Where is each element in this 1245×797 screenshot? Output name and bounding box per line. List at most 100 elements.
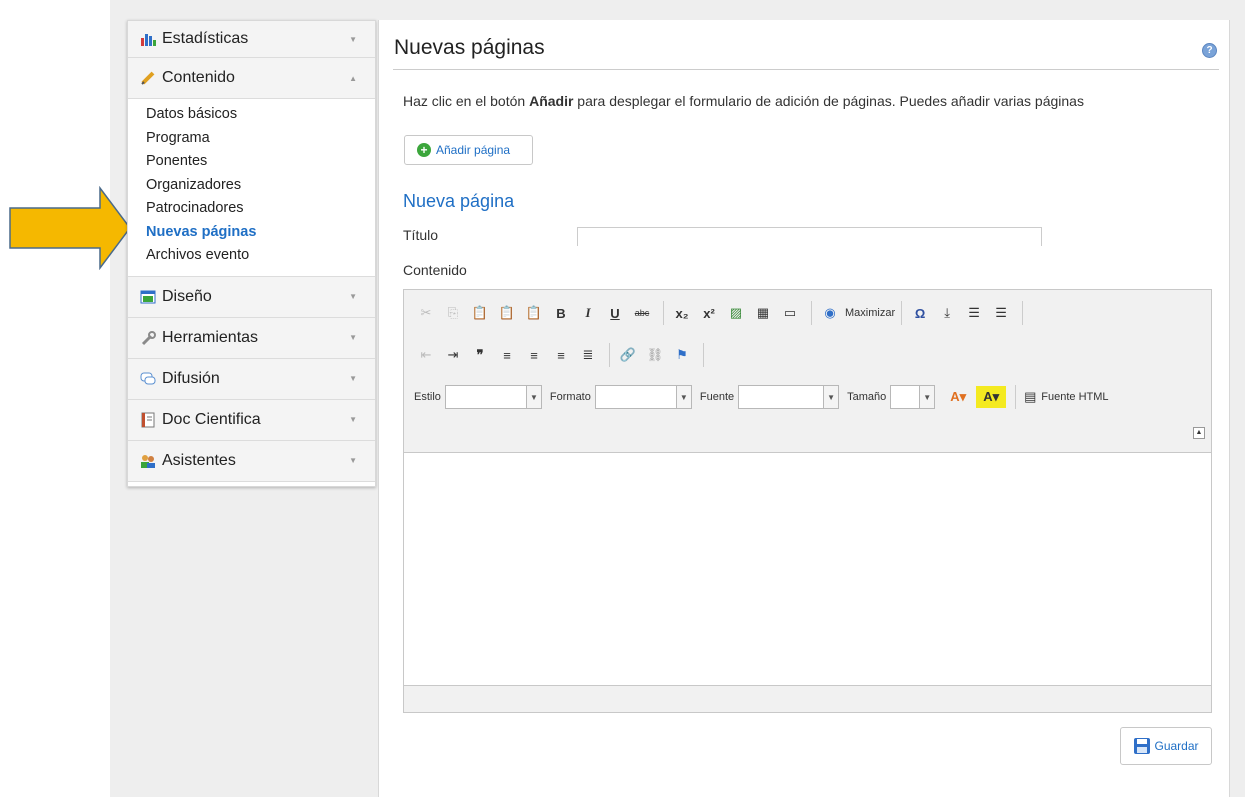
plus-icon: + xyxy=(417,143,431,157)
image-icon[interactable]: ▨ xyxy=(724,302,748,324)
sidebar-section-asistentes[interactable]: Asistentes ▼ xyxy=(128,440,375,482)
editor-toolbar: ✂ ⎘ 📋 📋 📋 B I U abc x₂ x² ▨ ▦ ▭ ◉ Maximi… xyxy=(404,290,1211,453)
chat-icon xyxy=(140,371,156,387)
contenido-submenu: Datos básicos Programa Ponentes Organiza… xyxy=(128,99,375,277)
superscript-icon[interactable]: x² xyxy=(697,302,721,324)
page-break-icon[interactable]: ⤓ xyxy=(935,302,959,324)
toolbar-separator xyxy=(901,301,903,325)
add-page-label: Añadir página xyxy=(436,143,511,157)
subscript-icon[interactable]: x₂ xyxy=(670,302,694,324)
numbered-list-icon[interactable]: ☰ xyxy=(962,302,986,324)
save-button-label: Guardar xyxy=(1154,739,1199,753)
sidebar-label: Asistentes xyxy=(162,451,236,469)
maximize-button[interactable]: Maximizar xyxy=(845,307,895,319)
size-select[interactable]: ▼ xyxy=(890,385,936,409)
underline-icon[interactable]: U xyxy=(603,302,627,324)
sidebar-item-datos-basicos[interactable]: Datos básicos xyxy=(146,103,375,127)
sidebar-section-contenido[interactable]: Contenido ▲ xyxy=(128,58,375,99)
anchor-flag-icon[interactable]: ⚑ xyxy=(670,344,694,366)
save-button[interactable]: Guardar xyxy=(1120,727,1212,765)
main-panel: Nuevas páginas ? Haz clic en el botón Añ… xyxy=(378,20,1230,797)
sidebar-section-doc-cientifica[interactable]: Doc Cientifica ▼ xyxy=(128,399,375,441)
annotation-arrow xyxy=(9,186,131,270)
section-title: Nueva página xyxy=(403,191,515,211)
chevron-down-icon: ▼ xyxy=(525,386,541,408)
sidebar-label: Doc Cientifica xyxy=(162,410,261,428)
copy-icon[interactable]: ⎘ xyxy=(441,302,465,324)
unlink-icon[interactable]: ⛓ xyxy=(643,344,667,366)
paste-word-icon[interactable]: 📋 xyxy=(522,302,546,324)
sidebar-section-herramientas[interactable]: Herramientas ▼ xyxy=(128,317,375,359)
sidebar-section-estadisticas[interactable]: Estadísticas ▼ xyxy=(128,21,375,58)
wrench-icon xyxy=(140,330,156,346)
chevron-down-icon: ▼ xyxy=(823,386,839,408)
titulo-label: Título xyxy=(403,227,439,243)
background-color-icon[interactable]: A▾ xyxy=(976,386,1007,408)
help-icon[interactable]: ? xyxy=(1202,43,1217,58)
editor-content-area[interactable] xyxy=(404,453,1211,685)
toolbar-separator xyxy=(811,301,812,325)
italic-icon[interactable]: I xyxy=(576,302,600,324)
table-icon[interactable]: ▦ xyxy=(751,302,775,324)
titulo-input[interactable] xyxy=(577,227,1042,246)
collapse-toolbar-icon[interactable]: ▲ xyxy=(1193,427,1205,439)
align-center-icon[interactable]: ≡ xyxy=(522,344,546,366)
text-color-icon[interactable]: A▾ xyxy=(943,386,973,408)
special-char-icon[interactable]: Ω xyxy=(908,302,932,324)
sidebar-item-archivos-evento[interactable]: Archivos evento xyxy=(146,244,375,268)
toolbar-separator xyxy=(1015,385,1017,409)
blockquote-icon[interactable]: ❞ xyxy=(468,344,492,366)
editor-footer xyxy=(404,685,1211,712)
outdent-icon[interactable]: ⇤ xyxy=(414,344,438,366)
caret-down-icon: ▼ xyxy=(349,456,357,465)
bulleted-list-icon[interactable]: ☰ xyxy=(989,302,1013,324)
align-left-icon[interactable]: ≡ xyxy=(495,344,519,366)
paste-icon[interactable]: 📋 xyxy=(468,302,492,324)
justify-icon[interactable]: ≣ xyxy=(576,344,600,366)
sidebar-label: Diseño xyxy=(162,287,212,305)
caret-up-icon: ▲ xyxy=(349,73,357,83)
sidebar-item-ponentes[interactable]: Ponentes xyxy=(146,150,375,174)
source-icon[interactable]: ▤ xyxy=(1022,386,1038,408)
sidebar-item-nuevas-paginas[interactable]: Nuevas páginas xyxy=(146,221,375,245)
pencil-icon xyxy=(140,70,156,86)
format-select[interactable]: ▼ xyxy=(594,385,692,409)
sidebar: Estadísticas ▼ Contenido ▲ Datos básicos… xyxy=(127,20,376,487)
caret-down-icon: ▼ xyxy=(349,34,357,44)
indent-icon[interactable]: ⇥ xyxy=(441,344,465,366)
sidebar-label: Estadísticas xyxy=(162,30,249,47)
users-icon xyxy=(140,453,156,469)
bold-icon[interactable]: B xyxy=(549,302,573,324)
size-label: Tamaño xyxy=(847,391,887,403)
align-right-icon[interactable]: ≡ xyxy=(549,344,573,366)
intro-text-part: Haz clic en el botón xyxy=(403,93,530,109)
chevron-down-icon: ▼ xyxy=(675,386,691,408)
style-select[interactable]: ▼ xyxy=(444,385,542,409)
sidebar-item-organizadores[interactable]: Organizadores xyxy=(146,174,375,198)
horizontal-rule-icon[interactable]: ▭ xyxy=(778,302,802,324)
toolbar-row: Estilo ▼ Formato ▼ Fuente ▼ Tamaño ▼ A▾ … xyxy=(414,385,1109,409)
paste-text-icon[interactable]: 📋 xyxy=(495,302,519,324)
toolbar-row: ⇤ ⇥ ❞ ≡ ≡ ≡ ≣ 🔗 ⛓ ⚑ xyxy=(414,343,710,367)
strikethrough-icon[interactable]: abc xyxy=(630,302,654,324)
caret-down-icon: ▼ xyxy=(349,292,357,301)
format-label: Formato xyxy=(549,391,591,403)
chevron-down-icon: ▼ xyxy=(919,386,935,408)
sidebar-item-patrocinadores[interactable]: Patrocinadores xyxy=(146,197,375,221)
link-icon[interactable]: 🔗 xyxy=(616,344,640,366)
bar-chart-icon xyxy=(140,31,156,47)
sidebar-section-difusion[interactable]: Difusión ▼ xyxy=(128,358,375,400)
floppy-disk-icon xyxy=(1134,738,1151,754)
source-html-button[interactable]: Fuente HTML xyxy=(1041,391,1108,403)
maximize-icon[interactable]: ◉ xyxy=(818,302,842,324)
add-page-button[interactable]: + Añadir página xyxy=(404,135,533,165)
sidebar-item-programa[interactable]: Programa xyxy=(146,127,375,151)
intro-text-part: para desplegar el formulario de adición … xyxy=(573,93,1084,109)
cut-icon[interactable]: ✂ xyxy=(414,302,438,324)
font-select[interactable]: ▼ xyxy=(738,385,840,409)
title-divider xyxy=(393,69,1219,70)
page-title: Nuevas páginas xyxy=(394,36,545,59)
sidebar-section-diseno[interactable]: Diseño ▼ xyxy=(128,276,375,318)
font-label: Fuente xyxy=(699,391,735,403)
style-label: Estilo xyxy=(414,391,441,403)
